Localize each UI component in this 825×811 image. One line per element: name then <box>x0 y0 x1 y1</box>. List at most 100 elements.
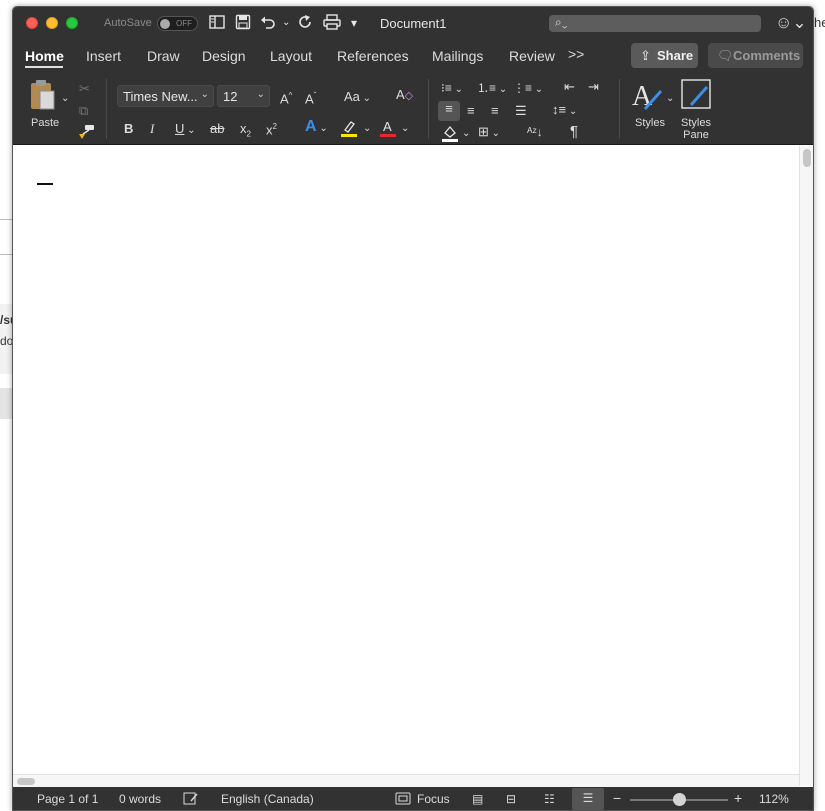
highlight-color-icon[interactable] <box>341 119 357 141</box>
cut-icon[interactable]: ✂ <box>79 81 90 97</box>
text-cursor <box>37 183 53 185</box>
customize-toolbar-icon[interactable]: ▾ <box>351 14 357 32</box>
copy-icon[interactable]: ⧉ <box>79 103 88 119</box>
decrease-font-size-icon[interactable]: Aˇ <box>305 88 316 107</box>
tab-mailings[interactable]: Mailings <box>432 48 483 64</box>
zoom-slider-knob[interactable] <box>673 793 686 806</box>
page-count[interactable]: Page 1 of 1 <box>37 792 98 806</box>
change-case-button[interactable]: Aa ⌄ <box>344 89 371 107</box>
align-right-icon[interactable]: ≡ <box>491 103 499 119</box>
change-case-label: Aa <box>344 89 360 104</box>
comments-label: Comments <box>733 48 801 63</box>
tab-draw[interactable]: Draw <box>147 48 180 64</box>
share-label: Share <box>657 48 694 63</box>
bullets-icon[interactable]: ⁝≡ ⌄ <box>441 80 463 98</box>
web-layout-icon[interactable]: ⊟ <box>506 792 516 806</box>
tab-layout[interactable]: Layout <box>270 48 312 64</box>
comment-icon: 🗨 <box>717 48 734 63</box>
close-window-button[interactable] <box>26 17 38 29</box>
share-button[interactable]: ⇪ Share <box>631 43 698 68</box>
superscript-button[interactable]: x2 <box>266 119 277 138</box>
subscript-button[interactable]: x2 <box>240 121 251 143</box>
underline-button[interactable]: U ⌄ <box>175 121 196 139</box>
zoom-out-button[interactable]: − <box>613 790 621 806</box>
background-divider <box>0 219 12 220</box>
tabs-overflow-icon[interactable]: >> <box>568 46 584 62</box>
font-size-dropdown[interactable]: 12 ⌄ <box>217 85 270 107</box>
strikethrough-button[interactable]: ab <box>210 121 224 137</box>
text-effects-icon[interactable]: A ⌄ <box>305 119 328 137</box>
clear-formatting-icon[interactable]: A◇ <box>396 87 413 104</box>
styles-pane-icon[interactable] <box>681 79 713 115</box>
vertical-scroll-thumb[interactable] <box>803 149 811 167</box>
font-name-dropdown[interactable]: Times New... ⌄ <box>117 85 214 107</box>
document-title: Document1 <box>380 16 447 31</box>
focus-label[interactable]: Focus <box>417 792 450 806</box>
svg-text:A: A <box>383 119 392 134</box>
minimize-window-button[interactable] <box>46 17 58 29</box>
align-center-icon[interactable]: ≡ <box>467 103 475 119</box>
tab-references[interactable]: References <box>337 48 409 64</box>
status-bar: Page 1 of 1 0 words English (Canada) Foc… <box>13 787 813 810</box>
format-painter-icon[interactable] <box>77 124 95 144</box>
sidebar-icon[interactable] <box>209 14 225 35</box>
ribbon-separator <box>428 79 429 139</box>
autosave-toggle[interactable]: OFF <box>157 16 198 31</box>
tab-home[interactable]: Home <box>25 48 64 64</box>
line-spacing-icon[interactable]: ↕≡ ⌄ <box>552 102 577 120</box>
vertical-scrollbar[interactable] <box>799 146 813 786</box>
horizontal-scrollbar[interactable] <box>13 774 799 787</box>
chevron-down-icon[interactable]: ⌄ <box>462 126 470 142</box>
redo-icon[interactable] <box>297 14 313 35</box>
shading-icon[interactable] <box>442 124 458 146</box>
tab-design[interactable]: Design <box>202 48 246 64</box>
chevron-down-icon[interactable]: ⌄ <box>401 121 409 137</box>
styles-pane-label: Styles Pane <box>681 117 711 141</box>
print-icon[interactable] <box>323 14 341 35</box>
word-count[interactable]: 0 words <box>119 792 161 806</box>
italic-button[interactable]: I <box>150 121 154 137</box>
bold-button[interactable]: B <box>124 121 133 137</box>
show-formatting-button[interactable]: ¶ <box>570 124 578 140</box>
focus-icon[interactable] <box>395 792 411 808</box>
tab-insert[interactable]: Insert <box>86 48 121 64</box>
zoom-level[interactable]: 112% <box>759 792 789 806</box>
search-icon: ⌕⌄ <box>555 15 568 29</box>
ribbon-home: ⌄ Paste ✂ ⧉ Times New... ⌄ 12 ⌄ A^ Aˇ Aa… <box>13 71 813 145</box>
decrease-indent-icon[interactable]: ⇤ <box>564 79 575 95</box>
tab-review[interactable]: Review <box>509 48 555 64</box>
autosave-state: OFF <box>176 19 192 28</box>
zoom-in-button[interactable]: + <box>734 790 742 806</box>
justify-icon[interactable]: ☰ <box>515 103 527 119</box>
language-indicator[interactable]: English (Canada) <box>221 792 314 806</box>
maximize-window-button[interactable] <box>66 17 78 29</box>
chevron-down-icon[interactable]: ⌄ <box>363 121 371 137</box>
sort-icon[interactable]: ᴬᶻ↓ <box>527 124 543 140</box>
multilevel-list-icon[interactable]: ⋮≡ ⌄ <box>513 80 543 98</box>
outline-view-icon[interactable]: ☷ <box>544 792 555 806</box>
comments-button[interactable]: 🗨 Comments <box>708 43 803 68</box>
document-canvas[interactable] <box>13 146 799 774</box>
chevron-down-icon[interactable]: ⌄ <box>666 91 674 107</box>
draft-view-button[interactable]: ☰ <box>572 788 604 810</box>
share-icon: ⇪ <box>640 48 651 63</box>
increase-font-size-icon[interactable]: A^ <box>280 88 292 107</box>
paste-icon[interactable] <box>28 79 58 115</box>
save-icon[interactable] <box>235 14 251 35</box>
undo-icon[interactable] <box>260 14 276 35</box>
print-layout-icon[interactable]: ▤ <box>472 792 483 806</box>
chevron-down-icon[interactable]: ⌄ <box>282 14 290 32</box>
proofing-icon[interactable] <box>183 792 199 808</box>
chevron-down-icon[interactable]: ⌄ <box>61 91 69 107</box>
align-left-button[interactable]: ≡ <box>438 101 460 121</box>
numbering-icon[interactable]: ⒈≡ ⌄ <box>477 80 507 98</box>
increase-indent-icon[interactable]: ⇥ <box>588 79 599 95</box>
styles-icon[interactable]: A <box>631 79 665 117</box>
styles-label: Styles <box>635 117 665 129</box>
feedback-smiley-icon[interactable]: ☺⌄ <box>775 13 807 33</box>
horizontal-scroll-thumb[interactable] <box>17 778 35 785</box>
search-field[interactable]: ⌕⌄ <box>549 15 761 32</box>
chevron-down-icon: ⌄ <box>256 89 265 100</box>
borders-icon[interactable]: ⊞ ⌄ <box>478 124 500 142</box>
font-color-icon[interactable]: A <box>380 119 396 141</box>
